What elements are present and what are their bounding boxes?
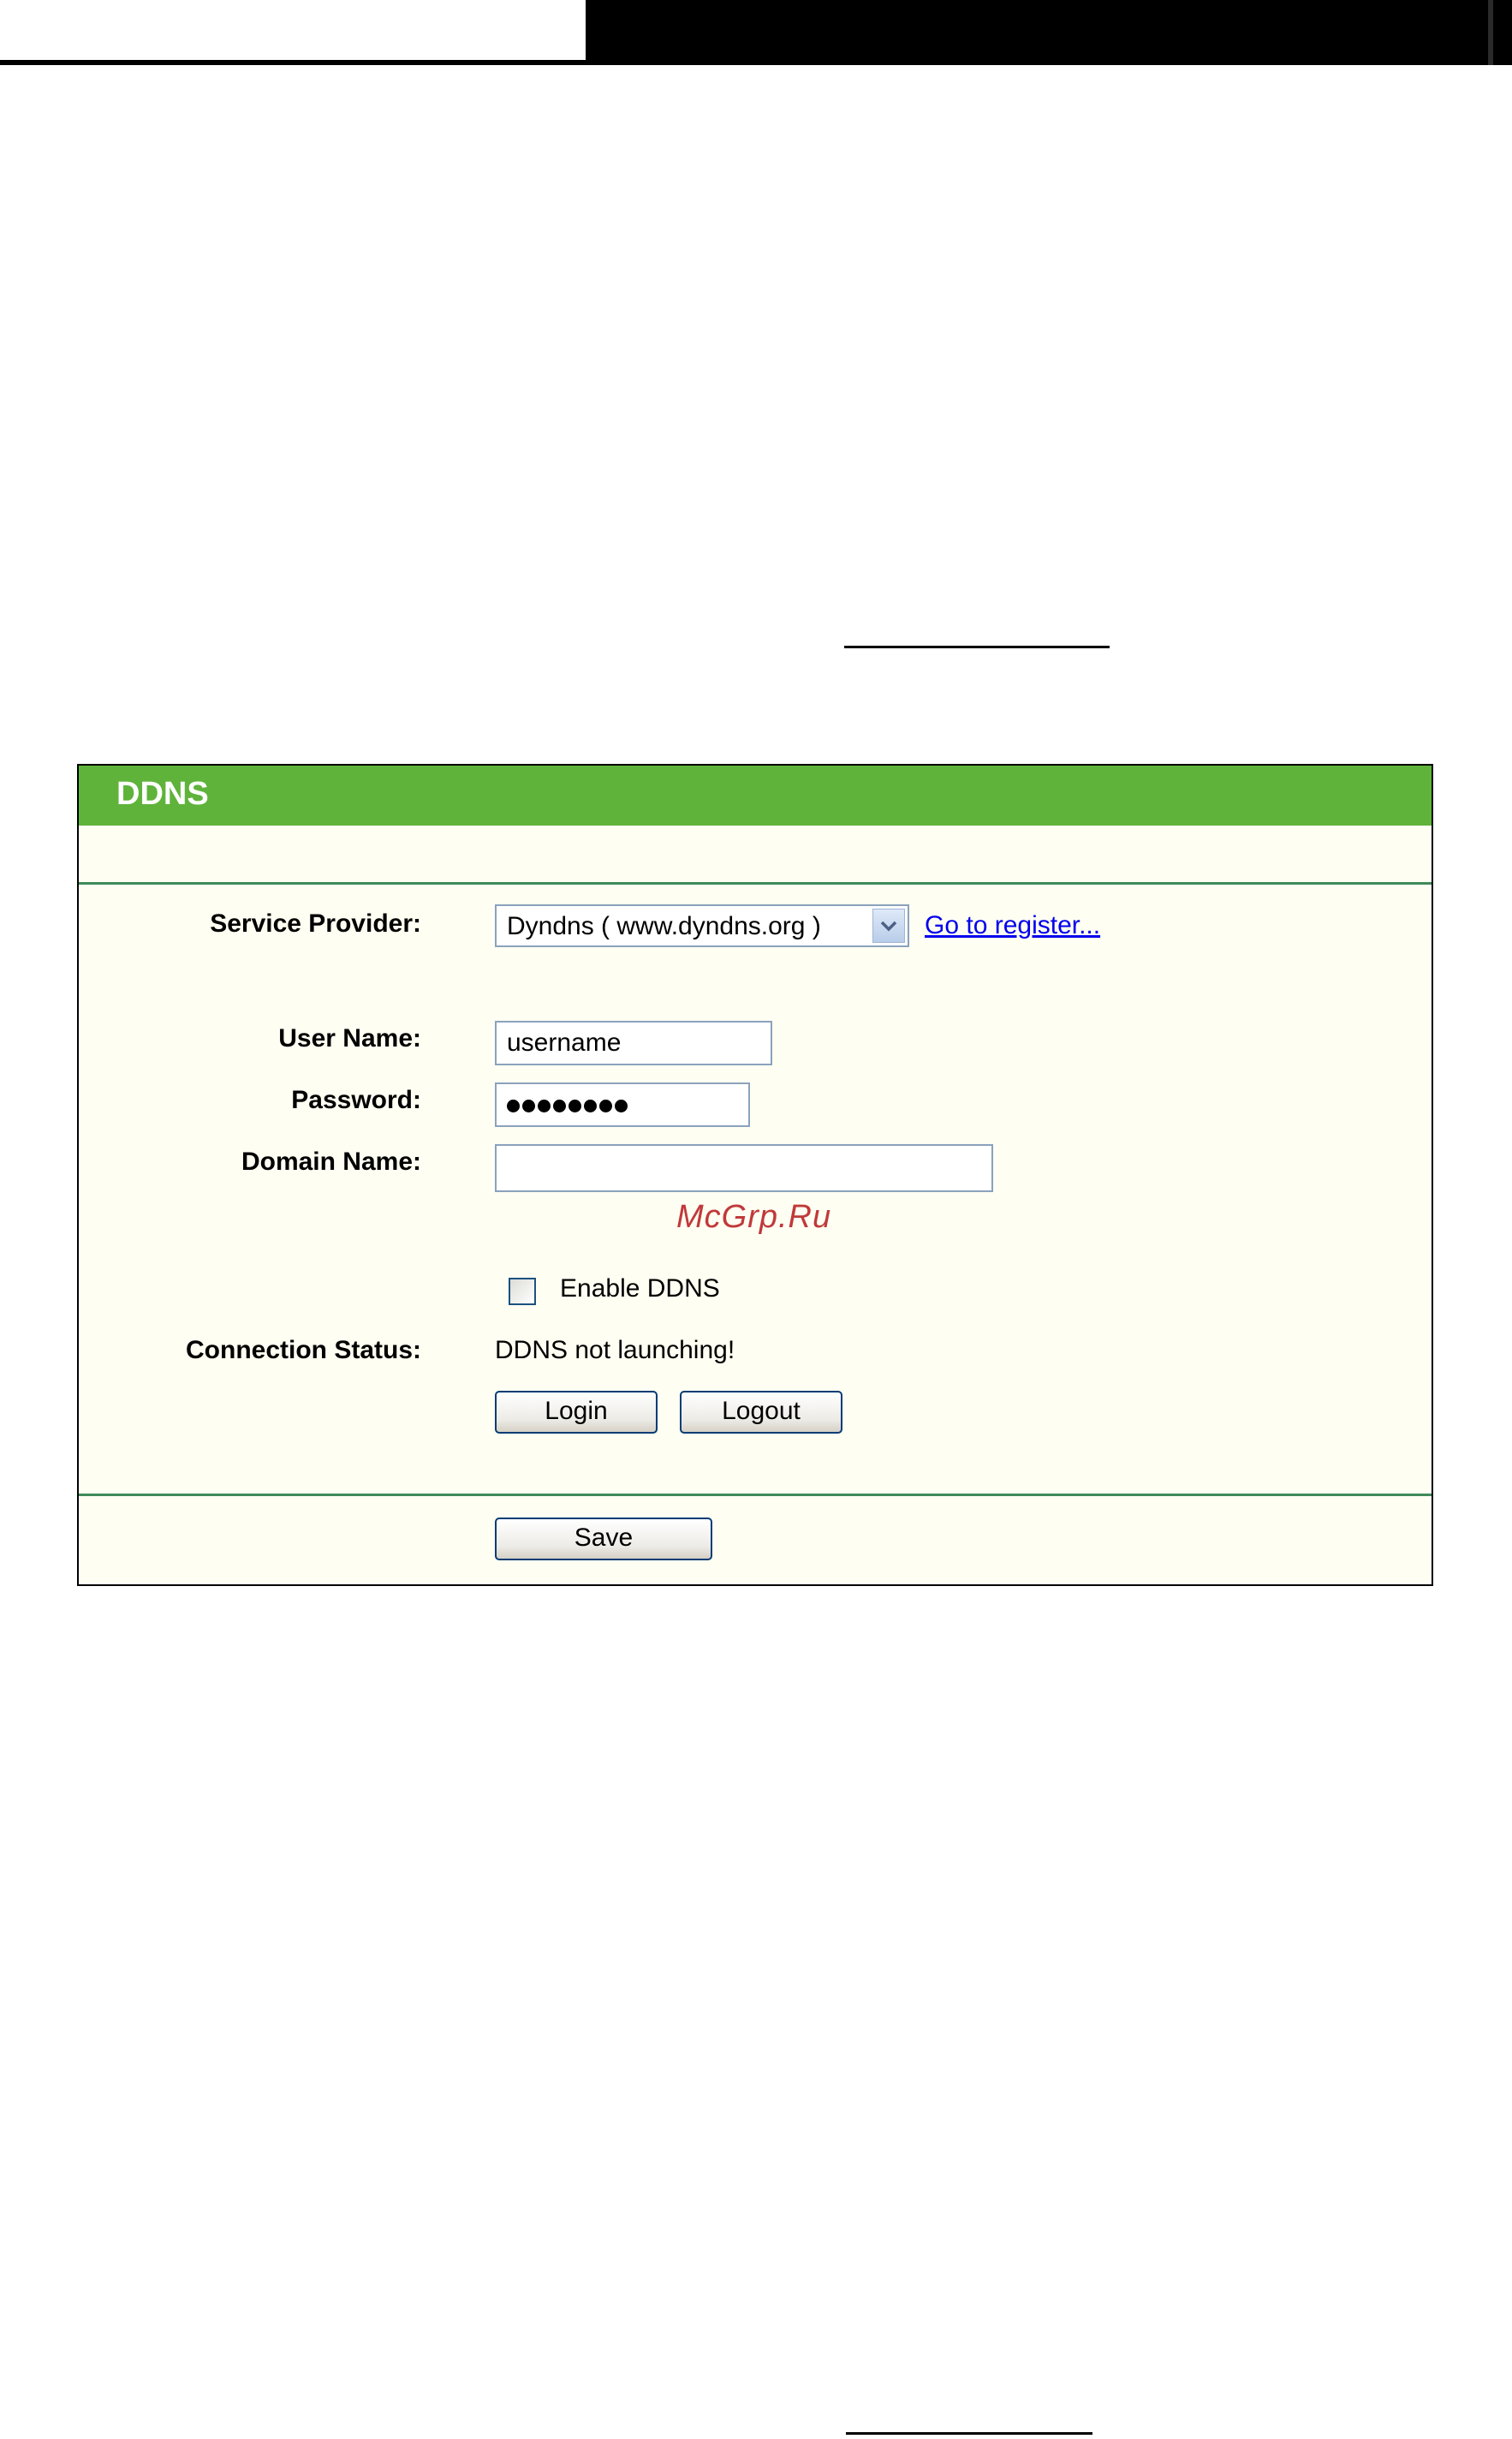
- password-dot: [599, 1099, 612, 1112]
- user-name-label: User Name:: [278, 1024, 421, 1053]
- service-provider-selected: Dyndns ( www.dyndns.org ): [507, 912, 821, 940]
- password-dot: [553, 1099, 566, 1112]
- ddns-panel: DDNS Service Provider: Dyndns ( www.dynd…: [77, 764, 1433, 1586]
- domain-name-input[interactable]: [495, 1144, 993, 1192]
- bottom-divider: [79, 1494, 1432, 1496]
- connection-status-label: Connection Status:: [186, 1336, 421, 1364]
- password-dot: [507, 1099, 520, 1112]
- password-mask: [507, 1090, 630, 1118]
- password-dot: [538, 1099, 551, 1112]
- document-link-underline-bottom: [846, 2432, 1092, 2435]
- header-notch: [1488, 0, 1493, 65]
- service-provider-label: Service Provider:: [210, 909, 421, 938]
- document-link-underline: [844, 646, 1110, 648]
- user-name-input[interactable]: username: [495, 1021, 772, 1065]
- logout-button[interactable]: Logout: [680, 1391, 842, 1434]
- panel-title: DDNS: [116, 776, 209, 812]
- go-to-register-link[interactable]: Go to register...: [925, 911, 1100, 940]
- panel-header: DDNS: [79, 766, 1432, 826]
- password-dot: [568, 1099, 581, 1112]
- header-rule: [0, 60, 586, 65]
- enable-ddns-checkbox[interactable]: [509, 1278, 536, 1305]
- watermark-text: McGrp.Ru: [676, 1199, 832, 1235]
- domain-name-label: Domain Name:: [241, 1148, 421, 1176]
- enable-ddns-label: Enable DDNS: [560, 1274, 720, 1303]
- password-label: Password:: [291, 1086, 421, 1114]
- header-bar: [604, 0, 1512, 65]
- connection-status-value: DDNS not launching!: [495, 1336, 735, 1364]
- top-divider: [79, 882, 1432, 885]
- chevron-down-icon[interactable]: [872, 909, 905, 943]
- password-dot: [584, 1099, 597, 1112]
- password-dot: [522, 1099, 535, 1112]
- header-cap: [586, 0, 604, 65]
- save-button[interactable]: Save: [495, 1518, 712, 1560]
- login-button[interactable]: Login: [495, 1391, 658, 1434]
- password-input[interactable]: [495, 1082, 750, 1127]
- service-provider-select[interactable]: Dyndns ( www.dyndns.org ): [495, 904, 909, 947]
- password-dot: [615, 1099, 628, 1112]
